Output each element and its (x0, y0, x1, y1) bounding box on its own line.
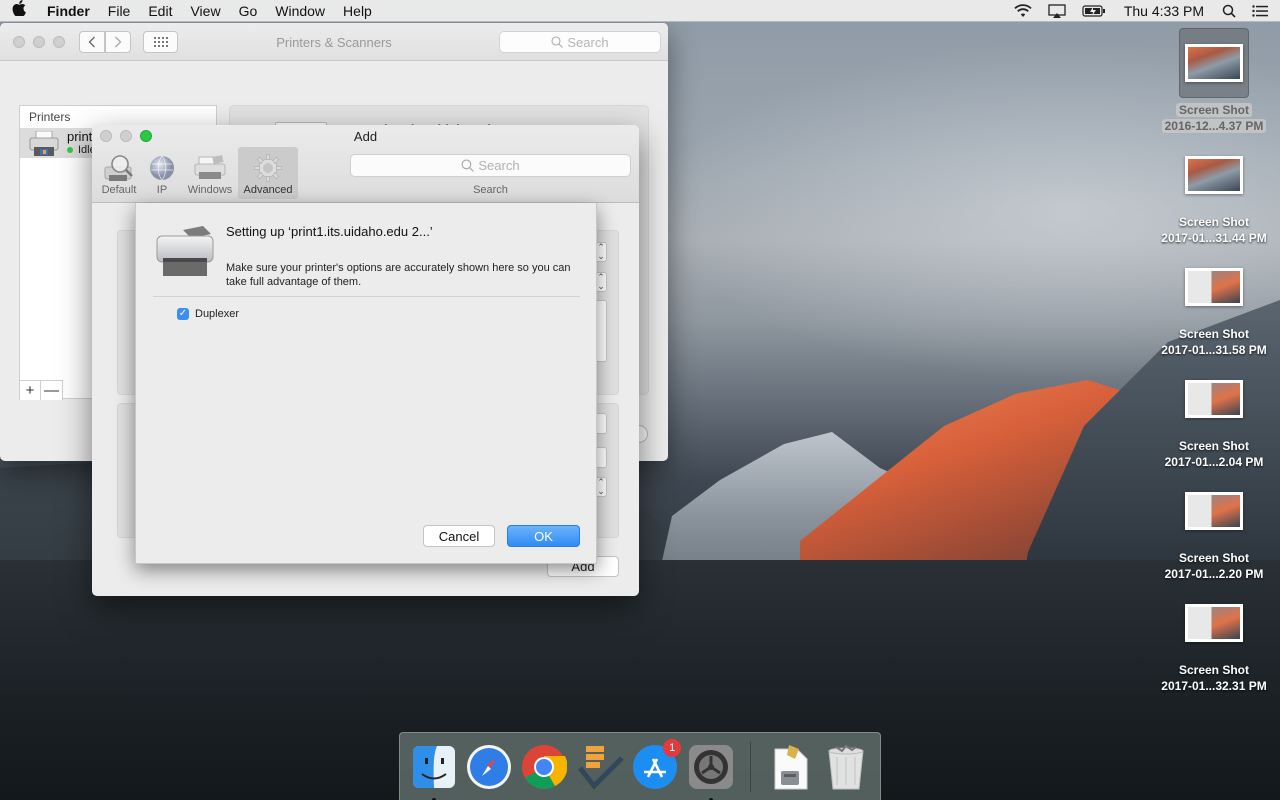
menu-help[interactable]: Help (334, 0, 381, 22)
dock-installer-package[interactable] (767, 743, 814, 791)
advanced-gear-icon (253, 152, 283, 184)
ip-globe-icon (148, 152, 176, 184)
dock-separator (750, 741, 752, 792)
toolbar-advanced[interactable]: Advanced (238, 147, 298, 199)
file-thumbnail (1179, 588, 1249, 658)
add-window-title: Add (353, 129, 378, 144)
toolbar-default[interactable]: Default (96, 147, 142, 199)
search-icon (461, 159, 475, 172)
menu-bar: Finder File Edit View Go Window Help Thu… (0, 0, 1280, 22)
divider (153, 296, 580, 297)
installer-package-icon (774, 744, 808, 789)
prefs-titlebar: Printers & Scanners Search (0, 23, 668, 61)
file-label: Screen Shot 2017-01...31.44 PM (1161, 215, 1267, 245)
dock-trash[interactable] (823, 743, 870, 791)
dock: 1 (399, 732, 881, 800)
file-label: Screen Shot 2017-01...31.58 PM (1161, 327, 1267, 357)
file-thumbnail (1179, 28, 1249, 98)
desktop-file-screenshot[interactable]: Screen Shot 2017-01...31.58 PM (1148, 252, 1280, 358)
menubar-clock[interactable]: Thu 4:33 PM (1114, 3, 1214, 19)
duplexer-option[interactable]: ✓ Duplexer (177, 308, 239, 320)
file-thumbnail (1179, 476, 1249, 546)
app-store-badge: 1 (663, 738, 682, 757)
printer-icon (153, 224, 217, 283)
menu-window[interactable]: Window (266, 0, 334, 22)
file-thumbnail (1179, 140, 1249, 210)
trash-icon (828, 744, 864, 789)
list-controls: + — (19, 380, 63, 400)
dock-finder[interactable] (410, 743, 457, 800)
dock-tasks[interactable] (576, 743, 624, 791)
desktop-file-screenshot[interactable]: Screen Shot 2016-12...4.37 PM (1148, 28, 1280, 134)
toolbar-default-label: Default (101, 184, 137, 196)
dock-chrome[interactable] (521, 743, 568, 791)
file-thumbnail (1179, 252, 1249, 322)
default-printer-icon (102, 152, 136, 184)
ok-button[interactable]: OK (507, 525, 580, 547)
finder-icon (412, 745, 455, 788)
printer-setup-sheet: Setting up ‘print1.its.uidaho.edu 2...’ … (135, 203, 597, 564)
add-toolbar: Add Default IP Windows Advanced Search S… (92, 125, 639, 203)
safari-icon (466, 744, 511, 789)
notification-center-icon[interactable] (1244, 0, 1280, 22)
toolbar-windows-label: Windows (187, 184, 233, 196)
chrome-icon (522, 744, 568, 789)
toolbar-advanced-label: Advanced (243, 184, 293, 196)
wifi-icon[interactable] (1006, 0, 1040, 22)
desktop-file-screenshot[interactable]: Screen Shot 2017-01...31.44 PM (1148, 140, 1280, 246)
menu-edit[interactable]: Edit (139, 0, 181, 22)
battery-charging-icon[interactable] (1074, 0, 1114, 22)
file-thumbnail (1179, 364, 1249, 434)
windows-printer-icon (193, 152, 227, 184)
menu-view[interactable]: View (181, 0, 229, 22)
dock-system-preferences[interactable] (687, 743, 734, 800)
toolbar-ip-label: IP (156, 184, 168, 196)
file-label: Screen Shot 2016-12...4.37 PM (1148, 102, 1280, 134)
cancel-button[interactable]: Cancel (423, 525, 495, 547)
search-label: Search (473, 184, 508, 196)
toolbar-ip[interactable]: IP (144, 147, 180, 199)
setup-message: Make sure your printer's options are acc… (226, 262, 571, 288)
airplay-icon[interactable] (1040, 0, 1074, 22)
remove-printer-button[interactable]: — (41, 381, 63, 400)
desktop-file-screenshot[interactable]: Screen Shot 2017-01...32.31 PM (1148, 588, 1280, 694)
dock-safari[interactable] (465, 743, 512, 791)
menu-go[interactable]: Go (230, 0, 267, 22)
toolbar-windows[interactable]: Windows (184, 147, 236, 199)
status-dot-icon (67, 147, 73, 153)
menu-file[interactable]: File (99, 0, 140, 22)
setup-title: Setting up ‘print1.its.uidaho.edu 2...’ (226, 224, 433, 239)
printer-icon (28, 130, 60, 160)
add-printer-button[interactable]: + (19, 381, 41, 400)
apple-menu-icon[interactable] (0, 0, 38, 21)
dock-app-store[interactable]: 1 (632, 738, 682, 791)
file-label: Screen Shot 2017-01...2.20 PM (1164, 551, 1264, 581)
spotlight-search-icon[interactable] (1214, 0, 1244, 22)
tasks-checkmark-icon (577, 745, 624, 790)
file-label: Screen Shot 2017-01...32.31 PM (1161, 663, 1267, 693)
desktop-file-screenshot[interactable]: Screen Shot 2017-01...2.04 PM (1148, 364, 1280, 470)
desktop-file-screenshot[interactable]: Screen Shot 2017-01...2.20 PM (1148, 476, 1280, 582)
add-search-placeholder: Search (478, 158, 520, 173)
menu-app-finder[interactable]: Finder (38, 0, 99, 22)
prefs-search-field[interactable]: Search (499, 31, 661, 53)
duplexer-label: Duplexer (195, 308, 240, 320)
file-label: Screen Shot 2017-01...2.04 PM (1164, 439, 1264, 469)
search-placeholder: Search (567, 34, 609, 50)
duplexer-checkbox[interactable]: ✓ (177, 308, 189, 320)
system-preferences-icon (688, 744, 733, 789)
add-search-field[interactable]: Search (350, 154, 631, 177)
search-icon (551, 36, 564, 48)
